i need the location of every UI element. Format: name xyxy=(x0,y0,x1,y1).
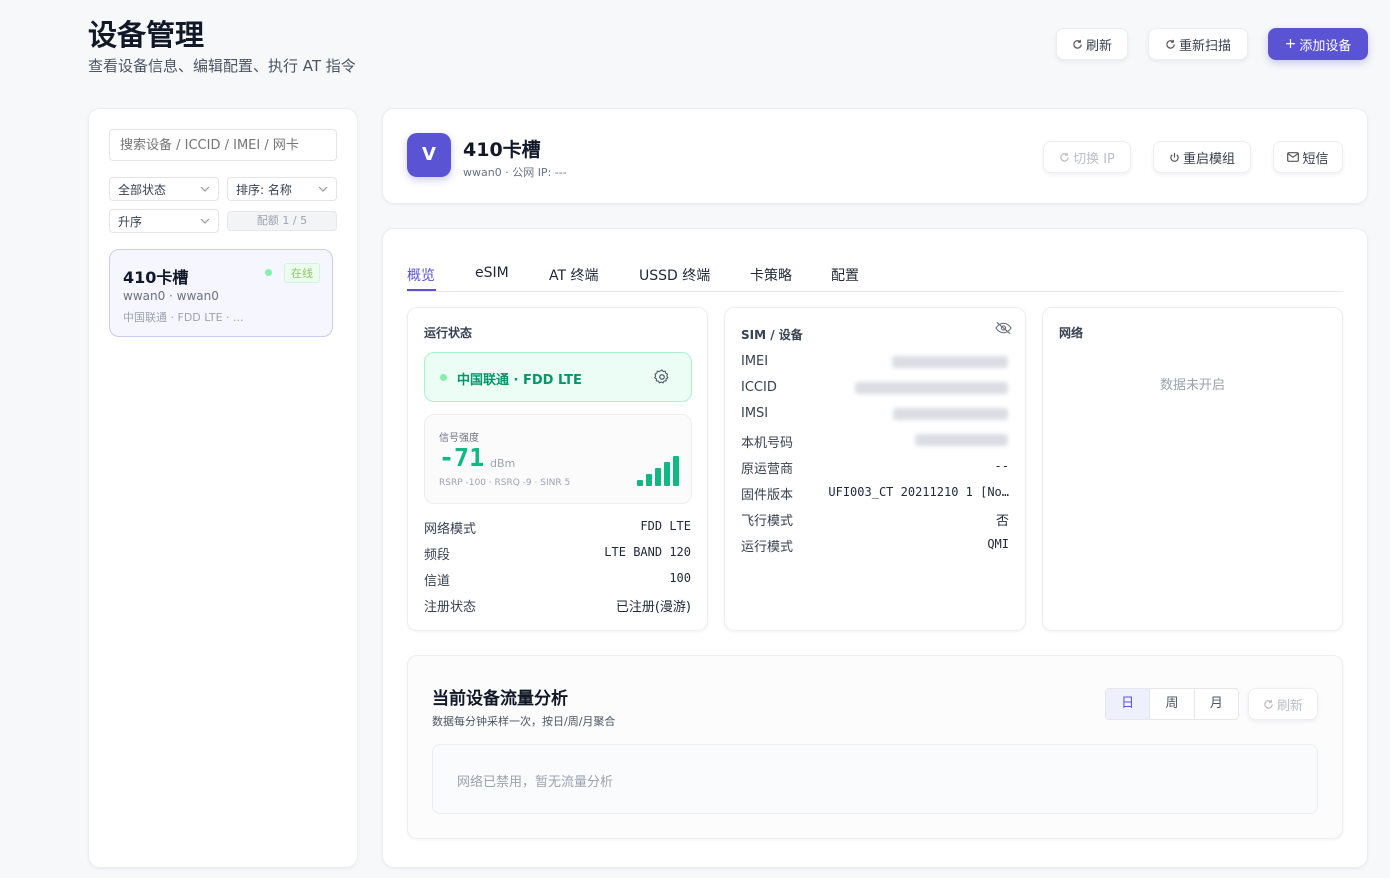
signal-bar xyxy=(637,480,643,486)
signal-detail: RSRP -100 · RSRQ -9 · SINR 5 xyxy=(439,478,571,488)
empty-state-text: 数据未开启 xyxy=(1159,378,1225,393)
masked-value xyxy=(855,382,1008,394)
device-item-iface: wwan0 · wwan0 xyxy=(123,289,219,303)
power-icon xyxy=(1169,152,1180,163)
signal-bar xyxy=(664,462,670,486)
add-device-button[interactable]: + 添加设备 xyxy=(1268,28,1368,60)
device-item-info: 中国联通 · FDD LTE · ... xyxy=(123,311,244,324)
refresh-icon xyxy=(1072,39,1083,50)
device-meta: wwan0 · 公网 IP: --- xyxy=(463,166,567,179)
masked-value xyxy=(893,408,1008,420)
info-label: IMEI xyxy=(741,354,769,369)
signal-value: -71 xyxy=(439,443,485,472)
info-label: ICCID xyxy=(741,380,777,395)
chevron-down-icon xyxy=(200,218,210,224)
signal-bar xyxy=(646,474,652,486)
network-panel: 网络 数据未开启 xyxy=(1042,307,1343,631)
range-day-button[interactable]: 日 xyxy=(1106,689,1151,719)
refresh-button[interactable]: 刷新 xyxy=(1056,28,1128,60)
tab-at-terminal[interactable]: AT 终端 xyxy=(549,265,599,285)
rescan-button[interactable]: 重新扫描 xyxy=(1148,28,1248,60)
info-label: 信道 xyxy=(424,574,451,589)
info-label: 飞行模式 xyxy=(741,514,794,529)
info-label: 网络模式 xyxy=(424,522,477,537)
tab-ussd-terminal[interactable]: USSD 终端 xyxy=(639,265,710,285)
sms-button[interactable]: 短信 xyxy=(1273,141,1343,173)
device-name: 410卡槽 xyxy=(463,139,541,161)
sort-select[interactable]: 排序: 名称 xyxy=(227,177,337,201)
info-value: 否 xyxy=(995,514,1009,529)
online-dot-icon xyxy=(265,269,272,276)
info-value: 已注册(漫游) xyxy=(615,600,691,615)
operator-label: 中国联通 · FDD LTE xyxy=(457,373,582,388)
chevron-down-icon xyxy=(318,186,328,192)
masked-value xyxy=(892,356,1008,368)
info-value: LTE BAND 120 xyxy=(604,545,691,559)
info-label: 原运营商 xyxy=(741,462,794,477)
range-month-button[interactable]: 月 xyxy=(1195,689,1238,719)
info-label: 本机号码 xyxy=(741,436,794,451)
device-sidebar: 全部状态 排序: 名称 升序 配额 1 / 5 410卡槽 在线 wwan0 ·… xyxy=(88,108,358,868)
masked-value xyxy=(915,434,1008,446)
info-value: 100 xyxy=(669,571,691,585)
tab-card-policy[interactable]: 卡策略 xyxy=(750,265,792,285)
device-list-item[interactable]: 410卡槽 在线 wwan0 · wwan0 中国联通 · FDD LTE · … xyxy=(109,249,333,337)
panel-title: 运行状态 xyxy=(424,326,473,340)
signal-bar xyxy=(673,456,679,486)
running-status-panel: 运行状态 中国联通 · FDD LTE 信号强度 -71 dBm RSRP -1… xyxy=(407,307,708,631)
panel-title: 网络 xyxy=(1059,326,1084,340)
signal-bar xyxy=(655,468,661,486)
chevron-down-icon xyxy=(200,186,210,192)
status-badge: 在线 xyxy=(284,263,320,283)
section-title: 当前设备流量分析 xyxy=(432,689,568,709)
status-filter-select[interactable]: 全部状态 xyxy=(109,177,219,201)
tab-overview[interactable]: 概览 xyxy=(407,265,435,285)
page-title: 设备管理 xyxy=(88,18,205,52)
device-item-name: 410卡槽 xyxy=(123,268,189,287)
plus-icon: + xyxy=(1284,36,1297,52)
refresh-icon xyxy=(1165,39,1176,50)
restart-module-button[interactable]: 重启模组 xyxy=(1153,141,1251,173)
traffic-analysis-panel: 当前设备流量分析 数据每分钟采样一次，按日/周/月聚合 日 周 月 刷新 网络已… xyxy=(407,655,1343,839)
range-week-button[interactable]: 周 xyxy=(1150,689,1195,719)
signal-card: 信号强度 -71 dBm RSRP -100 · RSRQ -9 · SINR … xyxy=(424,414,692,504)
tabs-divider xyxy=(407,291,1343,292)
page-subtitle: 查看设备信息、编辑配置、执行 AT 指令 xyxy=(88,57,356,75)
traffic-empty-box: 网络已禁用，暂无流量分析 xyxy=(432,744,1318,814)
order-select[interactable]: 升序 xyxy=(109,209,219,233)
section-subtitle: 数据每分钟采样一次，按日/周/月聚合 xyxy=(432,715,616,728)
range-toggle: 日 周 月 xyxy=(1105,688,1239,720)
gear-icon[interactable] xyxy=(653,368,671,386)
switch-ip-button[interactable]: 切换 IP xyxy=(1043,141,1131,173)
device-header-card: V 410卡槽 wwan0 · 公网 IP: --- 切换 IP 重启模组 短信 xyxy=(382,108,1368,204)
mail-icon xyxy=(1287,152,1300,162)
info-value: QMI xyxy=(987,537,1009,551)
search-input[interactable] xyxy=(109,129,337,161)
info-value: UFI003_CT 20211210 1 [No… xyxy=(828,485,1009,499)
info-value: -- xyxy=(994,459,1009,473)
info-label: IMSI xyxy=(741,406,769,421)
sim-device-panel: SIM / 设备 IMEI ICCID IMSI 本机号码 原运营商 -- 固件… xyxy=(724,307,1026,631)
info-label: 频段 xyxy=(424,548,451,563)
panel-title: SIM / 设备 xyxy=(741,328,803,342)
signal-unit: dBm xyxy=(490,457,516,470)
info-label: 注册状态 xyxy=(424,600,477,615)
device-avatar: V xyxy=(407,133,451,177)
traffic-refresh-button[interactable]: 刷新 xyxy=(1248,688,1318,720)
operator-banner: 中国联通 · FDD LTE xyxy=(424,352,692,402)
refresh-icon xyxy=(1059,152,1070,163)
signal-bars-icon xyxy=(637,456,679,486)
refresh-icon xyxy=(1263,699,1274,710)
signal-title: 信号强度 xyxy=(439,433,479,444)
eye-off-icon[interactable] xyxy=(995,321,1012,335)
info-value: FDD LTE xyxy=(640,519,691,533)
status-dot-icon xyxy=(440,374,447,381)
quota-badge: 配额 1 / 5 xyxy=(227,211,337,231)
info-label: 固件版本 xyxy=(741,488,794,503)
info-label: 运行模式 xyxy=(741,540,794,555)
tab-config[interactable]: 配置 xyxy=(831,265,859,285)
empty-state-text: 网络已禁用，暂无流量分析 xyxy=(457,775,614,790)
tab-esim[interactable]: eSIM xyxy=(475,265,509,281)
